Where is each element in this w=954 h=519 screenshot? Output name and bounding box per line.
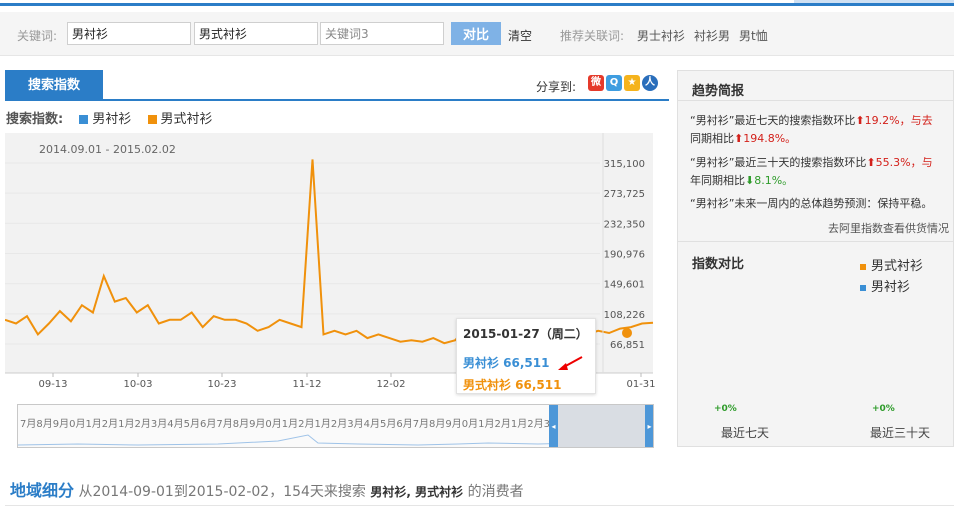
date-range: 2014.09.01 - 2015.02.02 bbox=[39, 143, 176, 156]
ali-link[interactable]: 去阿里指数查看供货情况 bbox=[828, 220, 949, 236]
y-tick-label: 190,976 bbox=[604, 250, 645, 261]
legend-item-1[interactable]: 男衬衫 bbox=[92, 112, 131, 127]
region-text-1: 从2014-09-01到2015-02-02，154天来搜索 bbox=[78, 484, 366, 500]
legend-swatch-blue bbox=[79, 115, 89, 124]
keyword-label: 关键词: bbox=[17, 29, 58, 43]
tab-search-index[interactable]: 搜索指数 bbox=[5, 70, 103, 101]
top-bar-segment bbox=[794, 0, 954, 3]
region-title: 地域细分 bbox=[10, 481, 75, 500]
time-navigator[interactable]: 7月8月9月0月1月2月1月2月3月4月5月6月7月8月9月0月1月2月1月2月… bbox=[17, 404, 654, 448]
legend-title: 搜索指数: bbox=[6, 112, 64, 127]
share-label: 分享到: bbox=[536, 80, 577, 94]
recommend-link[interactable]: 男t恤 bbox=[739, 27, 768, 44]
y-tick-label: 315,100 bbox=[604, 159, 645, 170]
x-tick-label: 11-12 bbox=[292, 379, 321, 390]
compare-legend-1: 男式衬衫 bbox=[860, 255, 923, 274]
region-text-2: 的消费者 bbox=[467, 484, 524, 500]
star-icon[interactable]: ★ bbox=[624, 75, 640, 91]
region-header: 地域细分 从2014-09-01到2015-02-02，154天来搜索 男衬衫,… bbox=[10, 477, 524, 501]
compare-legend-2: 男衬衫 bbox=[860, 276, 910, 295]
navigator-right-handle[interactable]: ▸ bbox=[645, 405, 653, 447]
search-bar: 关键词: 对比 清空 推荐关联词: 男士衬衫 衬衫男 男t恤 bbox=[0, 12, 954, 56]
x-tick-label: 10-03 bbox=[123, 379, 152, 390]
pct-7days: +0% bbox=[714, 404, 737, 414]
tab-row: 搜索指数 分享到: 微 Q ★ 人 bbox=[5, 70, 669, 101]
compare-title: 指数对比 bbox=[692, 257, 745, 272]
trend-panel: 趋势简报 “男衬衫”最近七天的搜索指数环比⬆19.2%，与去 同期相比⬆194.… bbox=[677, 70, 954, 447]
trend-line-3: “男衬衫”最近三十天的搜索指数环比⬆55.3%，与 bbox=[690, 156, 933, 169]
region-keywords: 男衬衫, 男式衬衫 bbox=[370, 485, 464, 499]
chart-legend: 搜索指数: 男衬衫 男式衬衫 bbox=[6, 108, 213, 127]
navigator-left-handle[interactable]: ◂ bbox=[549, 405, 558, 447]
up-arrow-icon: ⬆ bbox=[866, 156, 876, 169]
period-30days: 最近三十天 bbox=[870, 426, 931, 440]
down-arrow-icon: ⬇ bbox=[745, 174, 755, 187]
clear-button[interactable]: 清空 bbox=[508, 27, 532, 44]
recommend-link[interactable]: 衬衫男 bbox=[694, 27, 730, 44]
x-tick-label: 12-02 bbox=[376, 379, 405, 390]
panel-divider bbox=[678, 100, 954, 101]
keyword-input-1[interactable] bbox=[67, 22, 191, 45]
hover-marker bbox=[622, 327, 632, 338]
compare-button[interactable]: 对比 bbox=[451, 22, 501, 45]
panel-divider-2 bbox=[678, 241, 954, 242]
y-tick-label: 149,601 bbox=[604, 280, 645, 291]
renren-icon[interactable]: 人 bbox=[642, 75, 658, 91]
up-arrow-icon: ⬆ bbox=[855, 114, 865, 127]
trend-line-5: “男衬衫”未来一周内的总体趋势预测：保持平稳。 bbox=[690, 197, 933, 210]
x-tick-label: 09-13 bbox=[38, 379, 67, 390]
legend-item-2[interactable]: 男式衬衫 bbox=[161, 112, 213, 127]
red-arrow-icon bbox=[558, 356, 583, 370]
x-tick-label: 01-31 bbox=[626, 379, 655, 390]
panel-title: 趋势简报 bbox=[692, 84, 745, 99]
period-7days: 最近七天 bbox=[721, 426, 770, 440]
legend-swatch-orange bbox=[147, 115, 157, 124]
y-tick-label: 273,725 bbox=[604, 189, 645, 200]
y-tick-label: 232,350 bbox=[604, 219, 645, 230]
pct-30days: +0% bbox=[872, 404, 895, 414]
share-icons: 微 Q ★ 人 bbox=[588, 75, 658, 91]
tooltip-date: 2015-01-27（周二） bbox=[463, 327, 588, 341]
qzone-icon[interactable]: Q bbox=[606, 75, 622, 91]
trend-line-4: 年同期相比⬇8.1%。 bbox=[690, 174, 794, 187]
top-bar bbox=[0, 0, 954, 6]
recommend-label: 推荐关联词: bbox=[560, 29, 625, 43]
recommend-link[interactable]: 男士衬衫 bbox=[637, 27, 685, 44]
trend-line-1: “男衬衫”最近七天的搜索指数环比⬆19.2%，与去 bbox=[690, 114, 933, 127]
up-arrow-icon: ⬆ bbox=[734, 132, 744, 145]
y-tick-label: 108,226 bbox=[604, 310, 645, 321]
keyword-input-3[interactable] bbox=[320, 22, 444, 45]
region-divider bbox=[5, 505, 954, 506]
keyword-input-2[interactable] bbox=[194, 22, 318, 45]
trend-line-2: 同期相比⬆194.8%。 bbox=[690, 132, 797, 145]
tooltip-row-1: 男衬衫 66,511 bbox=[463, 356, 550, 370]
weibo-icon[interactable]: 微 bbox=[588, 75, 604, 91]
x-tick-label: 10-23 bbox=[207, 379, 236, 390]
tooltip-row-2: 男式衬衫 66,511 bbox=[463, 378, 562, 392]
navigator-selection[interactable] bbox=[558, 405, 653, 447]
y-tick-label: 66,851 bbox=[610, 340, 645, 351]
